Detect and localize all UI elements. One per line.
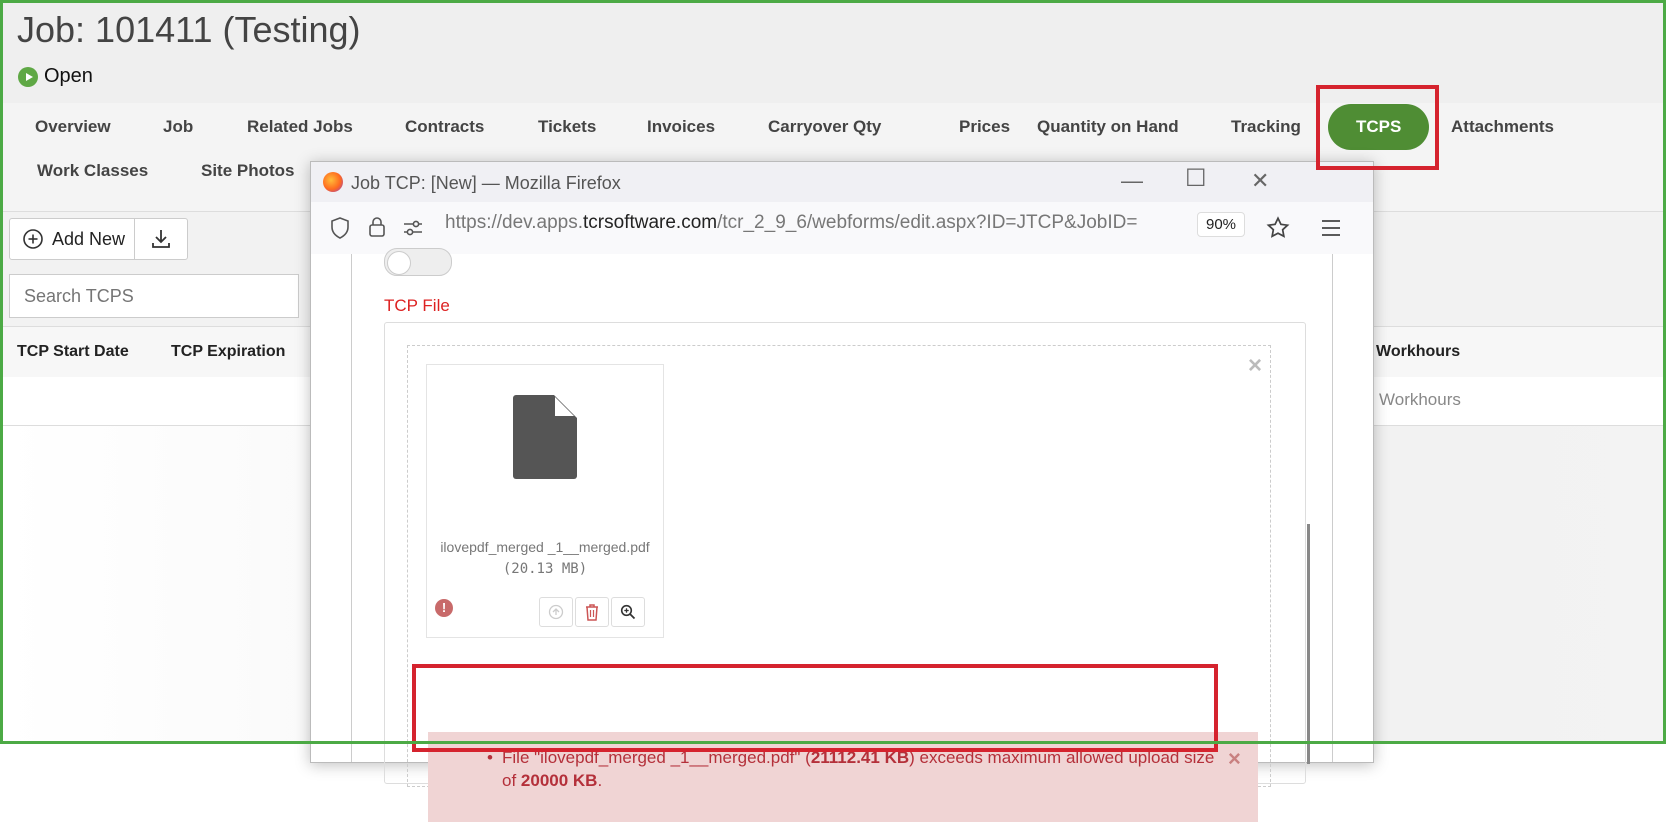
menu-icon[interactable]: [1319, 218, 1343, 238]
toggle-switch[interactable]: [384, 248, 452, 276]
status-indicator: Open: [18, 65, 93, 88]
shield-icon[interactable]: [329, 216, 351, 240]
form-panel: TCP File × ilovepdf_merged _1__merged.pd…: [351, 248, 1333, 822]
scrollbar[interactable]: [1307, 524, 1310, 764]
zoom-in-icon: [620, 604, 636, 620]
tab-quantity-on-hand[interactable]: Quantity on Hand: [1037, 117, 1179, 137]
tab-invoices[interactable]: Invoices: [647, 117, 715, 137]
column-tcp-expiration[interactable]: TCP Expiration: [171, 343, 285, 361]
error-message: File "ilovepdf_merged _1__merged.pdf" (2…: [487, 746, 1222, 792]
file-name: ilovepdf_merged _1__merged.pdf: [440, 539, 650, 555]
url-bar: https://dev.apps.tcrsoftware.com/tcr_2_9…: [311, 202, 1373, 255]
tab-tracking[interactable]: Tracking: [1231, 117, 1301, 137]
page-title: Job: 101411 (Testing): [17, 9, 361, 50]
error-message-box: File "ilovepdf_merged _1__merged.pdf" (2…: [428, 732, 1258, 822]
file-icon: [513, 395, 577, 479]
status-label: Open: [44, 65, 93, 87]
url-field[interactable]: https://dev.apps.tcrsoftware.com/tcr_2_9…: [445, 212, 1175, 234]
zoom-file-button[interactable]: [611, 597, 645, 627]
tab-carryover-qty[interactable]: Carryover Qty: [768, 117, 881, 137]
permissions-icon[interactable]: [401, 218, 425, 238]
download-icon: [152, 230, 170, 248]
workhours-filter[interactable]: Workhours: [1379, 390, 1461, 410]
dismiss-error-icon[interactable]: ×: [1228, 746, 1241, 772]
file-preview-area: × ilovepdf_merged _1__merged.pdf (20.13 …: [407, 345, 1271, 822]
window-title: Job TCP: [New] — Mozilla Firefox: [351, 173, 621, 193]
add-circle-icon: [23, 229, 43, 249]
firefox-popup-window: Job TCP: [New] — Mozilla Firefox — ☐ ✕ h…: [310, 161, 1374, 822]
status-open-icon: [18, 66, 38, 87]
tab-tickets[interactable]: Tickets: [538, 117, 596, 137]
file-size: (20.13 MB): [502, 561, 588, 577]
add-new-button[interactable]: Add New: [9, 218, 136, 260]
tab-tcps[interactable]: TCPS: [1328, 104, 1430, 150]
tab-related-jobs[interactable]: Related Jobs: [247, 117, 353, 137]
firefox-logo-icon: [323, 172, 343, 192]
column-tcp-start-date[interactable]: TCP Start Date: [17, 343, 129, 361]
delete-file-button[interactable]: [575, 597, 609, 627]
tab-work-classes[interactable]: Work Classes: [37, 161, 148, 181]
close-window-icon[interactable]: ✕: [1251, 168, 1269, 194]
tab-job[interactable]: Job: [163, 117, 193, 137]
page-header: Job: 101411 (Testing) Open: [3, 3, 1663, 103]
tab-overview[interactable]: Overview: [35, 117, 111, 137]
minimize-icon[interactable]: —: [1121, 168, 1143, 194]
window-titlebar: Job TCP: [New] — Mozilla Firefox — ☐ ✕: [311, 162, 1373, 202]
tcp-file-label: TCP File: [384, 296, 450, 315]
tab-contracts[interactable]: Contracts: [405, 117, 484, 137]
tab-site-photos[interactable]: Site Photos: [201, 161, 295, 181]
error-indicator-icon: !: [435, 599, 453, 617]
popup-content: TCP File × ilovepdf_merged _1__merged.pd…: [311, 248, 1373, 822]
download-button[interactable]: [134, 218, 188, 260]
bookmark-star-icon[interactable]: [1265, 215, 1291, 241]
search-input[interactable]: [9, 274, 299, 318]
remove-all-icon[interactable]: ×: [1248, 352, 1262, 380]
zoom-level[interactable]: 90%: [1197, 212, 1246, 237]
trash-icon: [586, 604, 598, 621]
column-workhours[interactable]: Workhours: [1376, 343, 1460, 361]
tab-prices[interactable]: Prices: [959, 117, 1010, 137]
tab-attachments[interactable]: Attachments: [1451, 117, 1554, 137]
lock-icon[interactable]: [367, 215, 387, 239]
file-thumbnail-card: ilovepdf_merged _1__merged.pdf (20.13 MB…: [426, 364, 664, 638]
maximize-icon[interactable]: ☐: [1185, 164, 1207, 193]
add-new-label: Add New: [52, 228, 126, 249]
upload-file-button[interactable]: [539, 597, 573, 627]
upload-icon: [548, 604, 564, 620]
file-upload-zone[interactable]: × ilovepdf_merged _1__merged.pdf (20.13 …: [384, 322, 1306, 822]
